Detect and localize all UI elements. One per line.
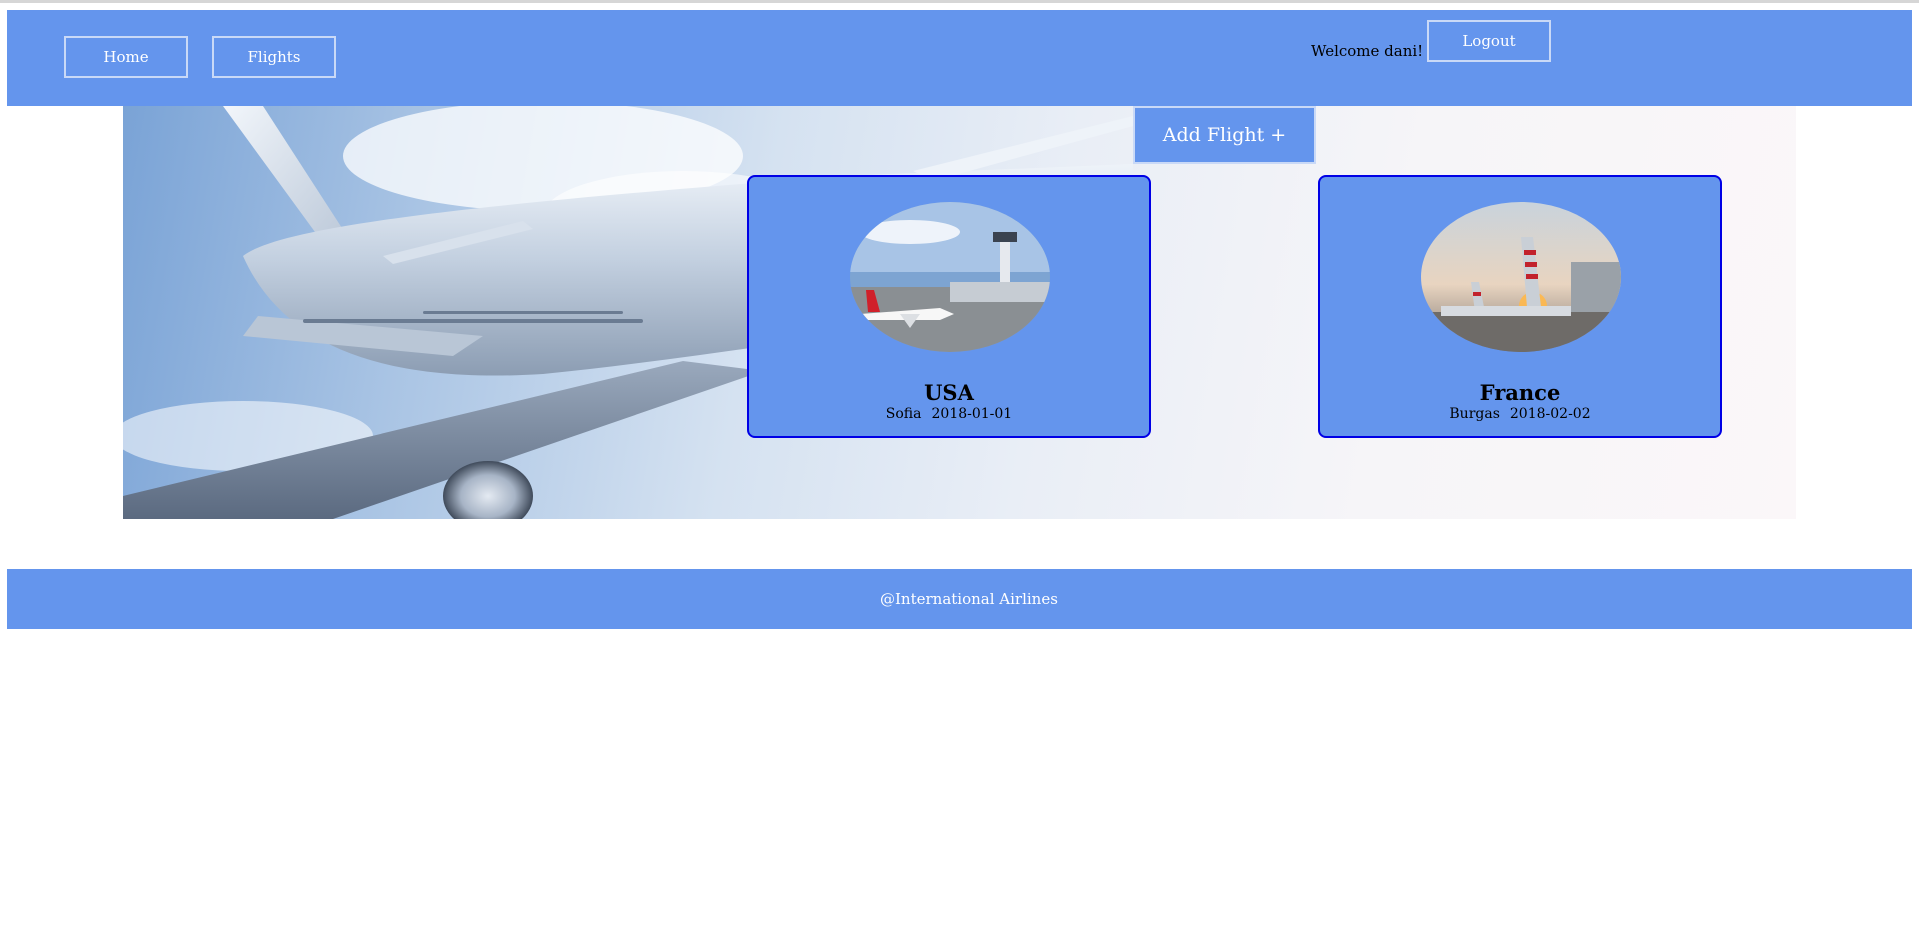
flight-card-image bbox=[850, 202, 1050, 352]
footer-copyright: @International Airlines bbox=[880, 590, 1058, 608]
flight-meta: Sofia 2018-01-01 bbox=[749, 406, 1149, 422]
welcome-message: Welcome dani! bbox=[1311, 42, 1424, 60]
flight-meta: Burgas 2018-02-02 bbox=[1320, 406, 1720, 422]
flight-date: 2018-02-02 bbox=[1509, 406, 1591, 422]
home-button[interactable]: Home bbox=[64, 36, 188, 78]
flight-card-image bbox=[1421, 202, 1621, 352]
flight-card[interactable]: USA Sofia 2018-01-01 bbox=[747, 175, 1151, 438]
add-flight-button[interactable]: Add Flight + bbox=[1133, 106, 1316, 164]
flight-destination: France bbox=[1479, 380, 1561, 405]
logout-button[interactable]: Logout bbox=[1427, 20, 1551, 62]
top-rule bbox=[0, 0, 1919, 3]
flight-date: 2018-01-01 bbox=[931, 406, 1013, 422]
flight-origin: Sofia bbox=[885, 406, 922, 422]
flights-button[interactable]: Flights bbox=[212, 36, 336, 78]
flight-origin: Burgas bbox=[1449, 406, 1500, 422]
flight-destination: USA bbox=[924, 380, 974, 405]
navbar: Home Flights Welcome dani! Logout bbox=[7, 10, 1912, 106]
footer: @International Airlines bbox=[7, 569, 1912, 629]
flight-card[interactable]: France Burgas 2018-02-02 bbox=[1318, 175, 1722, 438]
